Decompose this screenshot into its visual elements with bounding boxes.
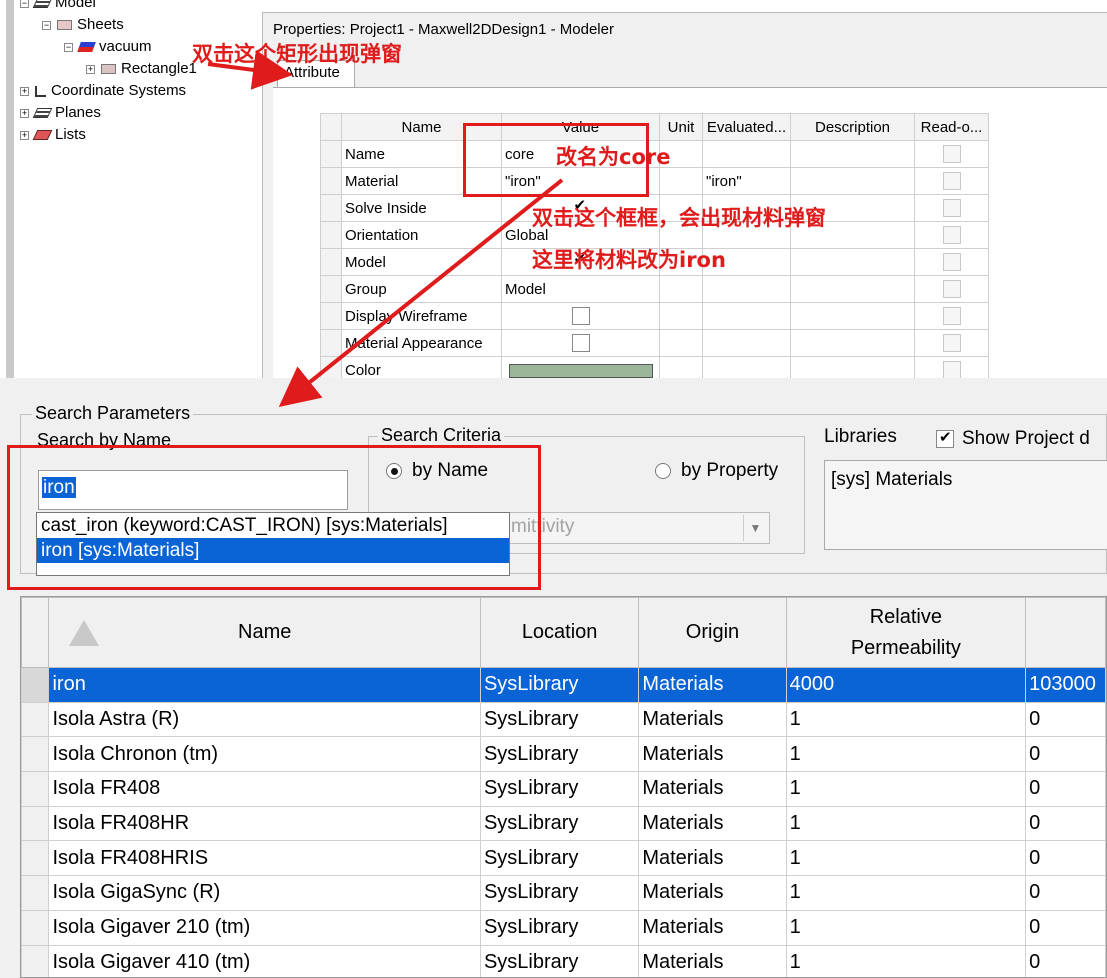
readonly-checkbox xyxy=(942,199,961,218)
prop-name: Solve Inside xyxy=(341,194,502,222)
table-row[interactable]: Isola FR408 SysLibrary Materials 1 0 xyxy=(21,771,1106,807)
tree-item-model[interactable]: − Model xyxy=(20,0,96,12)
col-unit[interactable]: Unit xyxy=(659,113,703,141)
table-row[interactable]: Isola FR408HR SysLibrary Materials 1 0 xyxy=(21,805,1106,842)
rectangle-icon xyxy=(101,64,116,75)
axis-icon xyxy=(35,85,46,97)
collapse-icon[interactable]: − xyxy=(20,0,29,8)
col-evaluated[interactable]: Evaluated... xyxy=(702,113,791,141)
table-row[interactable]: iron SysLibrary Materials 4000 103000 xyxy=(21,667,1106,703)
search-parameters-label: Search Parameters xyxy=(32,403,194,424)
table-row[interactable]: Isola GigaSync (R) SysLibrary Materials … xyxy=(21,875,1106,911)
sheet-icon xyxy=(57,20,72,31)
color-swatch[interactable] xyxy=(508,363,653,378)
col-extra[interactable] xyxy=(1025,597,1106,668)
readonly-checkbox xyxy=(942,361,961,380)
libraries-list[interactable]: [sys] Materials xyxy=(824,460,1107,550)
list-icon xyxy=(32,130,53,141)
tree-item-planes[interactable]: + Planes xyxy=(20,104,101,122)
col-relative-permeability[interactable]: Relative Permeability xyxy=(785,597,1027,668)
readonly-checkbox xyxy=(942,172,961,191)
table-row[interactable]: Display Wireframe xyxy=(320,302,989,330)
annotation-box-search xyxy=(7,445,541,590)
materials-header-row: Name Location Origin Relative Permeabilit… xyxy=(21,597,1106,668)
tree-item-coordinate-systems[interactable]: + Coordinate Systems xyxy=(20,82,186,100)
table-row[interactable]: Isola Astra (R) SysLibrary Materials 1 0 xyxy=(21,701,1106,738)
material-appearance-checkbox[interactable] xyxy=(571,334,590,353)
prop-name: Material Appearance xyxy=(341,329,502,357)
readonly-checkbox xyxy=(942,307,961,326)
collapse-icon[interactable]: − xyxy=(42,20,51,30)
tree-scrollbar[interactable] xyxy=(6,0,14,378)
chevron-down-icon[interactable]: ▼ xyxy=(743,515,767,541)
col-location[interactable]: Location xyxy=(479,597,640,668)
readonly-checkbox xyxy=(942,226,961,245)
search-criteria-label: Search Criteria xyxy=(378,425,505,446)
collapse-icon[interactable]: − xyxy=(64,42,73,52)
readonly-checkbox xyxy=(942,280,961,299)
expand-icon[interactable]: + xyxy=(20,108,29,118)
evaluated-value: "iron" xyxy=(702,167,791,195)
table-row[interactable]: Isola Gigaver 210 (tm) SysLibrary Materi… xyxy=(21,909,1106,946)
properties-header-row: Name Value Unit Evaluated... Description… xyxy=(320,113,989,141)
tree-item-sheets[interactable]: − Sheets xyxy=(42,16,124,34)
prop-name: Orientation xyxy=(341,221,502,249)
readonly-checkbox xyxy=(942,334,961,353)
col-material-name[interactable]: Name xyxy=(48,597,481,668)
library-item[interactable]: [sys] Materials xyxy=(831,469,952,490)
expand-icon[interactable]: + xyxy=(86,64,95,74)
annotation-double-click-box: 双击这个框框，会出现材料弹窗 xyxy=(532,206,826,230)
table-row[interactable]: Isola Gigaver 410 (tm) SysLibrary Materi… xyxy=(21,944,1106,977)
wireframe-checkbox[interactable] xyxy=(571,307,590,326)
model-icon xyxy=(32,0,53,9)
plane-icon xyxy=(32,108,53,119)
tree-item-vacuum[interactable]: − vacuum xyxy=(64,38,152,56)
tree-item-lists[interactable]: + Lists xyxy=(20,126,86,144)
materials-table-container: Name Location Origin Relative Permeabilit… xyxy=(20,596,1107,978)
prop-name: Display Wireframe xyxy=(341,302,502,330)
readonly-checkbox xyxy=(942,145,961,164)
show-project-option[interactable]: Show Project d xyxy=(936,428,1090,450)
radio-icon[interactable] xyxy=(655,462,671,479)
table-row[interactable]: Group Model xyxy=(320,275,989,303)
table-row[interactable]: Isola FR408HRIS SysLibrary Materials 1 0 xyxy=(21,840,1106,877)
expand-icon[interactable]: + xyxy=(20,130,29,140)
radio-by-property[interactable]: by Property xyxy=(655,460,778,482)
expand-icon[interactable]: + xyxy=(20,86,29,96)
show-project-checkbox[interactable] xyxy=(936,428,954,448)
table-row[interactable]: Material "iron" "iron" xyxy=(320,167,989,195)
tree-item-rectangle1[interactable]: + Rectangle1 xyxy=(86,60,197,78)
annotation-double-click-rect: 双击这个矩形出现弹窗 xyxy=(192,42,402,66)
materials-table: Name Location Origin Relative Permeabilit… xyxy=(21,597,1106,977)
prop-name: Group xyxy=(341,275,502,303)
col-description[interactable]: Description xyxy=(790,113,915,141)
annotation-rename-core: 改名为core xyxy=(556,145,671,169)
material-icon xyxy=(77,42,96,53)
libraries-label: Libraries xyxy=(824,426,897,447)
annotation-change-iron: 这里将材料改为iron xyxy=(532,248,726,272)
group-value[interactable]: Model xyxy=(501,275,660,303)
col-readonly[interactable]: Read-o... xyxy=(914,113,989,141)
readonly-checkbox xyxy=(942,253,961,272)
col-origin[interactable]: Origin xyxy=(638,597,787,668)
table-row[interactable]: Material Appearance xyxy=(320,329,989,357)
window-title: Properties: Project1 - Maxwell2DDesign1 … xyxy=(273,21,614,38)
prop-name: Model xyxy=(341,248,502,276)
table-row[interactable]: Isola Chronon (tm) SysLibrary Materials … xyxy=(21,736,1106,773)
